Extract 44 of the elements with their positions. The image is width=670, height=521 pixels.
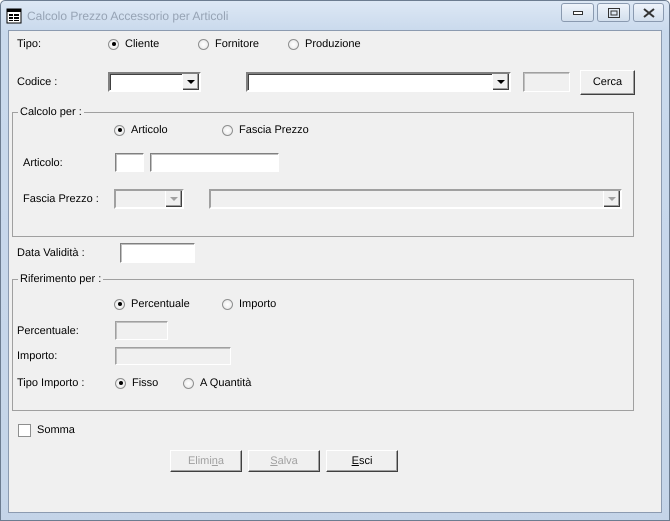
field-label: Fascia Prezzo : [23,192,100,204]
field-label: Data Validità : [17,247,86,259]
maximize-icon [608,8,620,18]
maximize-button[interactable] [597,3,630,22]
field-label: Percentuale: [17,324,80,336]
radio-indicator[interactable] [222,298,233,310]
radio-indicator[interactable] [114,124,125,136]
radio-indicator[interactable] [183,378,194,388]
field-label: Importo: [17,350,58,362]
radio-indicator[interactable] [198,38,209,50]
checkbox[interactable]: Somma [18,424,75,436]
radio-indicator[interactable] [114,298,125,310]
text-field[interactable] [150,153,279,172]
radio-button[interactable]: Fascia Prezzo [222,124,330,136]
radio-indicator[interactable] [115,378,126,388]
radio-button[interactable]: Articolo [114,124,222,136]
field-label: Articolo: [23,156,64,168]
minimize-icon [572,10,582,16]
radio-button[interactable]: Fornitore [198,38,288,50]
form-icon [6,8,22,24]
close-button[interactable] [633,3,664,22]
group-title: Calcolo per : [19,105,83,119]
dropdown-field[interactable] [108,72,201,92]
radio-button[interactable]: Cliente [108,38,198,50]
date-field[interactable] [120,243,195,263]
text-field[interactable] [115,153,144,172]
dropdown-field[interactable] [246,72,511,92]
minimize-button[interactable] [561,3,594,22]
group-title: Riferimento per : [19,272,102,286]
action-button[interactable]: Esci [326,450,398,472]
radio-button[interactable]: Percentuale [114,298,222,310]
radio-button[interactable]: Fisso [115,377,183,389]
window-title: Calcolo Prezzo Accessorio per Articoli [27,8,228,22]
radio-button[interactable]: Produzione [288,38,361,50]
close-icon [642,8,654,18]
radio-indicator[interactable] [288,38,299,50]
radio-indicator[interactable] [222,124,233,136]
field-label: Tipo: [17,38,42,50]
radio-button[interactable]: A Quantità [183,377,252,389]
field-label: Tipo Importo : [17,377,86,389]
radio-indicator[interactable] [108,38,119,50]
search-button[interactable]: Cerca [580,70,635,94]
field-label: Codice : [17,76,58,88]
radio-button[interactable]: Importo [222,298,330,310]
